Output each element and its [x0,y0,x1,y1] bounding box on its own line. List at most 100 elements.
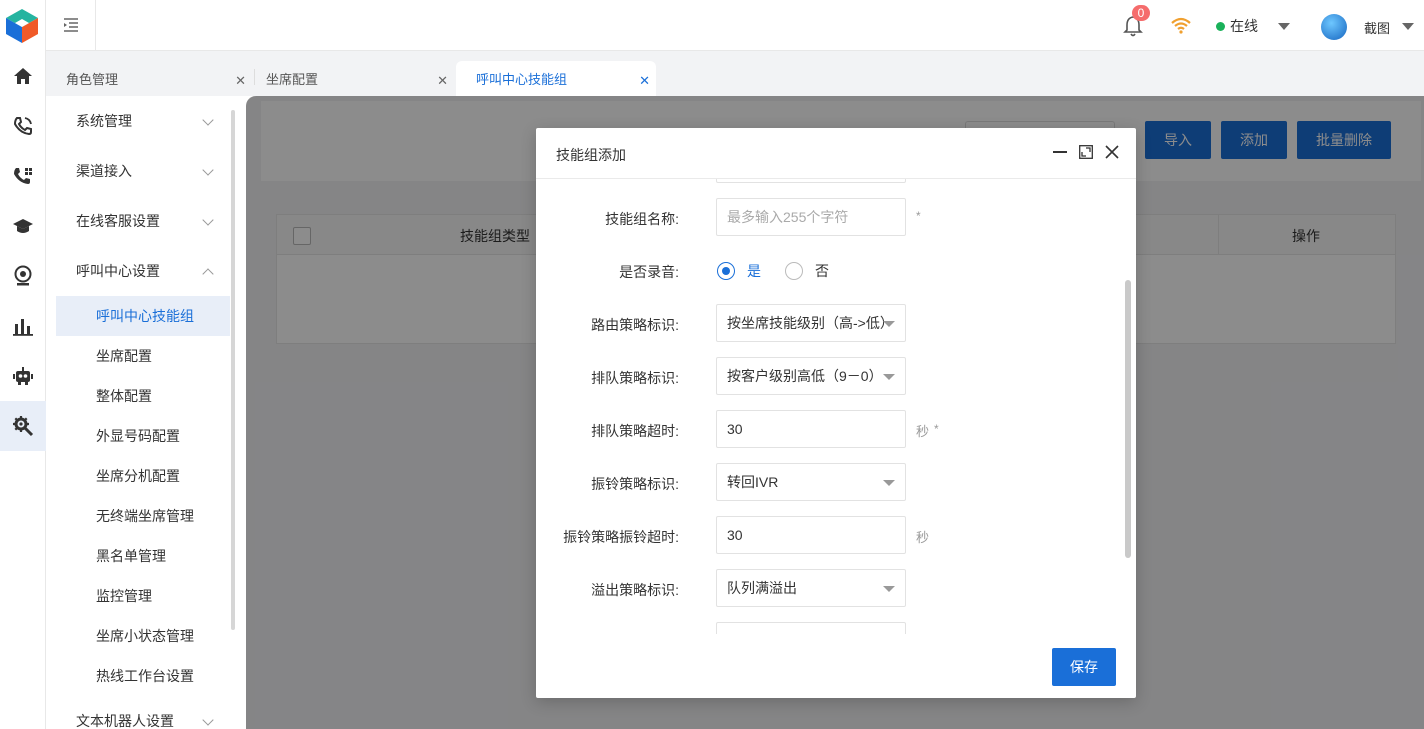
routing-label: 路由策略标识: [591,317,679,333]
sidebar-item-monitor[interactable]: 监控管理 [56,576,230,616]
sidebar-item-display-number[interactable]: 外显号码配置 [56,416,230,456]
online-dot [1216,21,1225,31]
icon-rail [0,0,46,729]
username[interactable]: 截图 [1364,18,1390,37]
queue-label: 排队策略标识: [591,370,679,386]
sidebar-item-overall-config[interactable]: 整体配置 [56,376,230,416]
menu-group-call-center[interactable]: 呼叫中心设置 [56,251,230,291]
sidebar-item-no-terminal[interactable]: 无终端坐席管理 [56,496,230,536]
close-icon[interactable]: ✕ [235,73,246,89]
dropdown-arrow-icon [883,480,895,486]
tab-role-management[interactable]: 角色管理 ✕ [46,61,252,96]
sidebar-item-substatus[interactable]: 坐席小状态管理 [56,616,230,656]
ring-label: 振铃策略标识: [591,476,679,492]
settings-tools-icon[interactable] [0,401,46,451]
save-button[interactable]: 保存 [1052,648,1116,686]
menu-group-system[interactable]: 系统管理 [56,101,230,141]
dialog-header: 技能组添加 [536,128,1136,179]
menu-group-text-robot[interactable]: 文本机器人设置 [56,701,230,729]
menu-label: 坐席小状态管理 [96,628,194,644]
dialog-title: 技能组添加 [556,147,626,163]
routing-strategy-select[interactable]: 按坐席技能级别（高->低） [716,304,906,342]
camera-icon[interactable] [0,251,46,301]
sidebar-scrollbar[interactable] [231,110,235,630]
menu-label: 坐席分机配置 [96,468,180,484]
close-icon[interactable] [1103,143,1121,161]
menu-label: 外显号码配置 [96,428,180,444]
queue-timeout-label: 排队策略超时: [591,423,679,439]
menu-label: 黑名单管理 [96,548,166,564]
overflow-label: 溢出策略标识: [591,582,679,598]
sidebar-item-extension[interactable]: 坐席分机配置 [56,456,230,496]
partial-field-bottom[interactable] [716,622,906,634]
dropdown-arrow-icon [883,321,895,327]
menu-label: 在线客服设置 [76,213,160,229]
chevron-down-icon [202,214,214,226]
bar-chart-icon[interactable] [0,301,46,351]
dropdown-arrow-icon [883,586,895,592]
status-label: 在线 [1230,18,1258,34]
ring-timeout-input[interactable]: 30 [716,516,906,554]
tab-label: 角色管理 [66,72,119,87]
sidebar-item-skill-group[interactable]: 呼叫中心技能组 [56,296,230,336]
menu-label: 渠道接入 [76,163,132,179]
unit-seconds: 秒 [916,424,930,439]
queue-strategy-select[interactable]: 按客户级别高低（9－0） [716,357,906,395]
close-icon[interactable]: ✕ [437,73,448,89]
ring-timeout-label: 振铃策略振铃超时: [563,529,679,545]
dialog-form: 技能组名称: 最多输入255个字符 * 是否录音: 是 否 路由策略标识: 按坐… [536,179,1122,634]
partial-field-top[interactable] [716,179,906,183]
required-mark: * [916,209,921,223]
robot-icon[interactable] [0,351,46,401]
menu-label: 无终端坐席管理 [96,508,194,524]
sidebar-item-blacklist[interactable]: 黑名单管理 [56,536,230,576]
tab-agent-config[interactable]: 坐席配置 ✕ [246,61,454,96]
graduation-cap-icon[interactable] [0,201,46,251]
chevron-down-icon [202,164,214,176]
radio-unchecked-icon [785,262,803,280]
ring-strategy-select[interactable]: 转回IVR [716,463,906,501]
avatar[interactable] [1321,14,1347,40]
sidebar-item-hotline-workbench[interactable]: 热线工作台设置 [56,656,230,696]
select-value: 队列满溢出 [727,580,797,596]
dialog-scrollbar[interactable] [1125,280,1131,558]
unit-seconds: 秒 [916,530,930,545]
app-logo [6,9,38,43]
chevron-down-icon [202,714,214,726]
chevron-down-icon[interactable] [1402,23,1414,30]
menu-label: 呼叫中心技能组 [96,308,194,324]
radio-label: 是 [747,263,761,279]
home-icon[interactable] [0,51,46,101]
phone-call-icon[interactable] [0,101,46,151]
menu-group-channel[interactable]: 渠道接入 [56,151,230,191]
online-status[interactable]: 在线 [1216,16,1290,36]
menu-collapse-icon[interactable] [46,0,96,50]
close-icon[interactable]: ✕ [639,73,650,89]
chevron-down-icon[interactable] [1278,22,1290,30]
radio-checked-icon [717,262,735,280]
tab-label: 坐席配置 [266,72,319,87]
wifi-icon [1171,17,1191,34]
chevron-down-icon [202,114,214,126]
record-yes-radio[interactable]: 是 [717,261,761,281]
tab-skill-group[interactable]: 呼叫中心技能组 ✕ [456,61,656,96]
dropdown-arrow-icon [883,374,895,380]
menu-label: 监控管理 [96,588,152,604]
minimize-icon[interactable] [1051,143,1069,161]
notification-badge: 0 [1132,5,1150,21]
skill-group-name-input[interactable]: 最多输入255个字符 [716,198,906,236]
menu-label: 文本机器人设置 [76,713,174,729]
select-value: 按客户级别高低（9－0） [727,368,883,384]
menu-label: 整体配置 [96,388,152,404]
sidebar-item-agent-config[interactable]: 坐席配置 [56,336,230,376]
record-label: 是否录音: [619,264,679,280]
select-value: 按坐席技能级别（高->低） [727,315,894,331]
maximize-icon[interactable] [1077,143,1095,161]
phone-grid-icon[interactable] [0,151,46,201]
add-skill-group-dialog: 技能组添加 技能组名称: 最多输入255个字符 * 是否录音: 是 否 路由策略… [536,128,1136,698]
queue-timeout-input[interactable]: 30 [716,410,906,448]
menu-group-online-service[interactable]: 在线客服设置 [56,201,230,241]
top-bar: 0 在线 截图 [46,0,1424,51]
record-no-radio[interactable]: 否 [785,261,829,281]
overflow-strategy-select[interactable]: 队列满溢出 [716,569,906,607]
